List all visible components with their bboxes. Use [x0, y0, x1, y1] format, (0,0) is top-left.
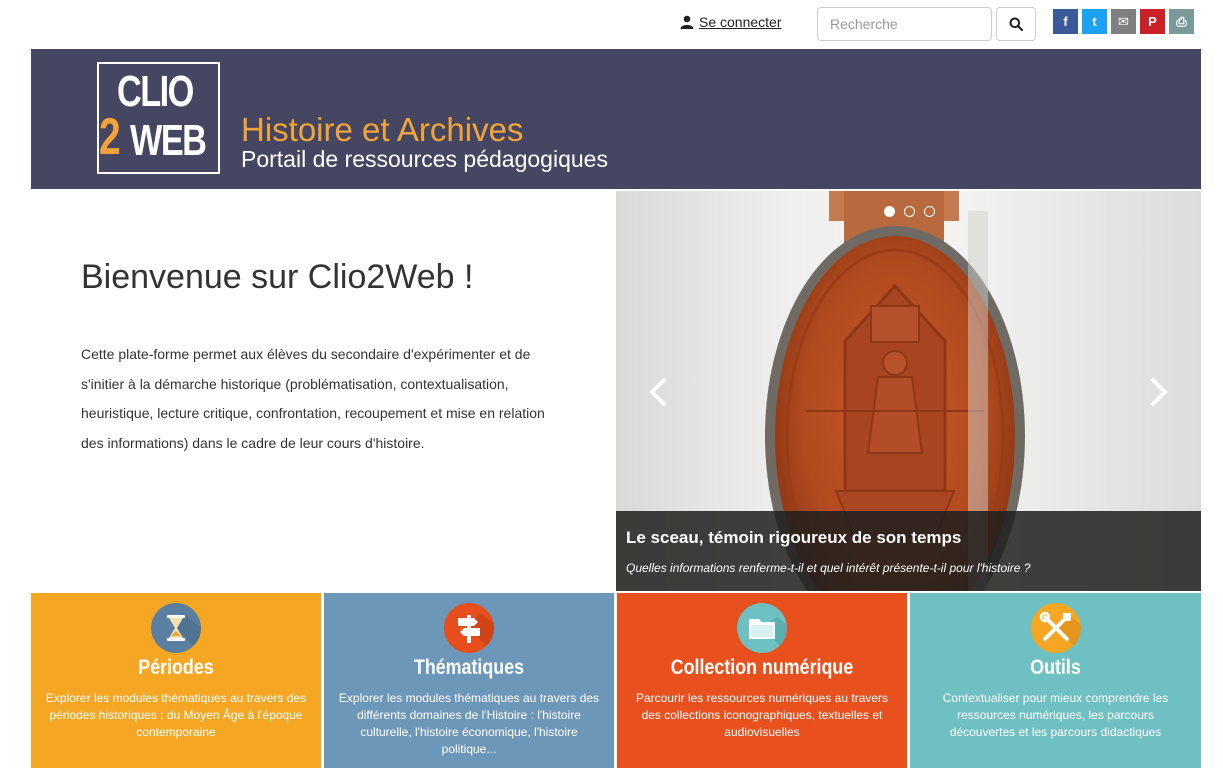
facebook-icon: f	[1063, 14, 1068, 29]
twitter-icon: t	[1092, 14, 1097, 29]
carousel-prev-arrow-icon[interactable]	[646, 377, 670, 407]
tile-description: Explorer les modules thématiques au trav…	[338, 691, 600, 756]
tools-icon	[1030, 603, 1081, 653]
social-share-bar: f t ✉ P ⎙	[1053, 9, 1194, 34]
email-icon: ✉	[1118, 13, 1129, 29]
print-icon: ⎙	[1176, 13, 1187, 29]
welcome-text: Cette plate-forme permet aux élèves du s…	[81, 346, 545, 451]
hourglass-icon	[151, 603, 201, 653]
pinterest-share-button[interactable]: P	[1140, 9, 1165, 34]
folder-icon	[737, 603, 787, 653]
carousel-caption: Le sceau, témoin rigoureux de son temps …	[616, 511, 1201, 591]
tile-title: Thématiques	[413, 656, 525, 679]
carousel-indicators	[884, 206, 935, 217]
tile-collection-numerique[interactable]: Collection numérique Parcourir les resso…	[617, 593, 907, 768]
user-icon	[680, 15, 694, 29]
carousel-dot-1[interactable]	[884, 206, 895, 217]
tile-outils[interactable]: Outils Contextualiser pour mieux compren…	[910, 593, 1201, 768]
logo-text-2: 2	[99, 108, 121, 166]
carousel-caption-title: Le sceau, témoin rigoureux de son temps	[626, 528, 962, 547]
carousel-next-arrow-icon[interactable]	[1147, 377, 1171, 407]
email-share-button[interactable]: ✉	[1111, 9, 1136, 34]
tile-title: Outils	[1030, 656, 1081, 679]
site-logo[interactable]: CLIO 2 WEB	[97, 62, 220, 174]
site-title: Histoire et Archives	[241, 111, 524, 148]
signpost-icon	[444, 603, 494, 653]
logo-text-clio: CLIO	[117, 67, 194, 116]
welcome-heading: Bienvenue sur Clio2Web !	[81, 258, 474, 296]
search-icon	[1009, 17, 1023, 31]
tile-description: Explorer les modules thématiques au trav…	[45, 691, 307, 739]
carousel-caption-subtitle: Quelles informations renferme-t-il et qu…	[626, 561, 1031, 575]
twitter-share-button[interactable]: t	[1082, 9, 1107, 34]
login-label: Se connecter	[699, 14, 782, 30]
hero-carousel[interactable]: Le sceau, témoin rigoureux de son temps …	[616, 191, 1201, 591]
tile-thematiques[interactable]: Thématiques Explorer les modules thémati…	[324, 593, 614, 768]
site-subtitle: Portail de ressources pédagogiques	[241, 146, 608, 172]
tile-periodes[interactable]: Périodes Explorer les modules thématique…	[31, 593, 321, 768]
logo-text-web: WEB	[130, 116, 207, 165]
header-banner: CLIO 2 WEB Histoire et Archives Portail …	[31, 49, 1201, 189]
print-button[interactable]: ⎙	[1169, 9, 1194, 34]
tile-title: Périodes	[138, 656, 214, 679]
tile-title: Collection numérique	[670, 656, 854, 679]
tile-description: Parcourir les ressources numériques au t…	[635, 691, 889, 739]
tile-description: Contextualiser pour mieux comprendre les…	[942, 691, 1169, 739]
search-button[interactable]	[996, 7, 1036, 41]
search-input[interactable]	[817, 7, 992, 41]
login-link[interactable]: Se connecter	[680, 14, 782, 30]
pinterest-icon: P	[1148, 14, 1157, 29]
carousel-dot-2[interactable]	[904, 206, 915, 217]
carousel-dot-3[interactable]	[924, 206, 935, 217]
facebook-share-button[interactable]: f	[1053, 9, 1078, 34]
top-bar: Se connecter f t ✉ P ⎙	[0, 0, 1223, 48]
